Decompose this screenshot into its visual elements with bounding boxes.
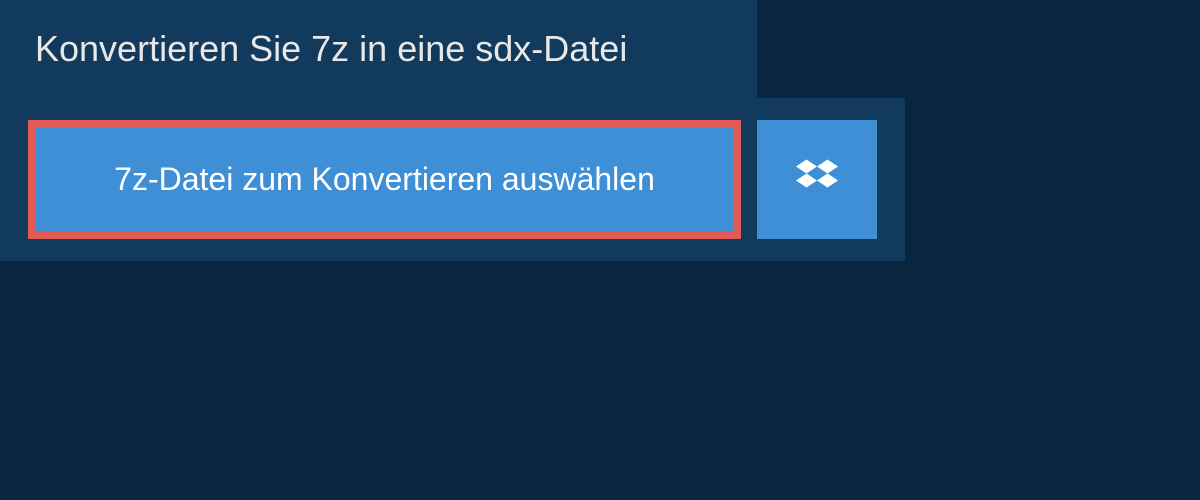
page-title: Konvertieren Sie 7z in eine sdx-Datei bbox=[35, 28, 722, 70]
select-file-highlight: 7z-Datei zum Konvertieren auswählen bbox=[28, 120, 741, 239]
select-file-button[interactable]: 7z-Datei zum Konvertieren auswählen bbox=[35, 127, 734, 232]
action-panel: 7z-Datei zum Konvertieren auswählen bbox=[0, 98, 905, 261]
dropbox-icon bbox=[796, 156, 838, 203]
header-panel: Konvertieren Sie 7z in eine sdx-Datei bbox=[0, 0, 757, 98]
dropbox-button[interactable] bbox=[757, 120, 877, 239]
select-file-label: 7z-Datei zum Konvertieren auswählen bbox=[114, 161, 655, 198]
